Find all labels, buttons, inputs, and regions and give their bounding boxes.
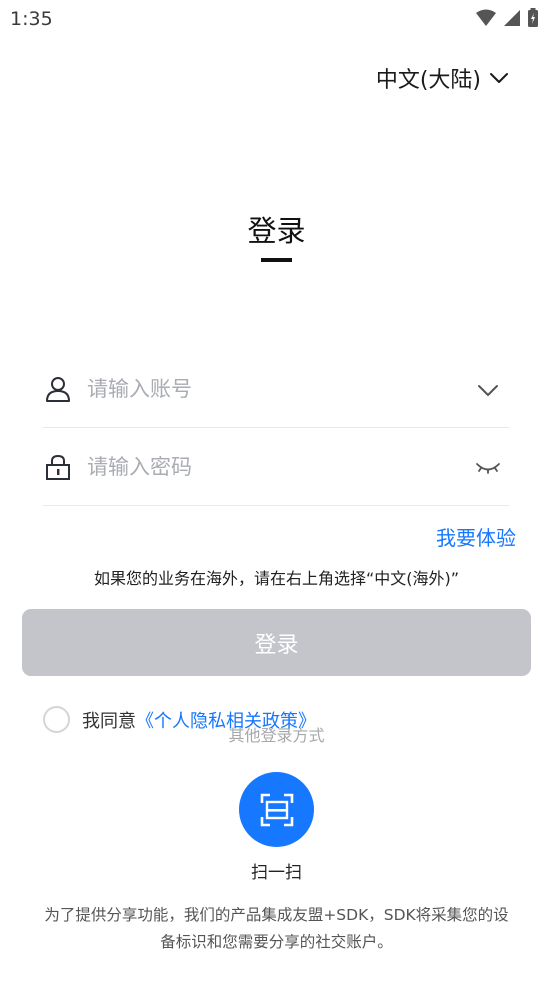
- sdk-notice: 为了提供分享功能，我们的产品集成友盟+SDK，SDK将采集您的设备标识和您需要分…: [44, 906, 509, 951]
- eye-closed-icon[interactable]: [475, 455, 501, 481]
- language-label: 中文(大陆): [375, 68, 481, 93]
- agreement-checkbox[interactable]: [43, 706, 70, 733]
- title-underline: [261, 258, 292, 262]
- user-icon: [46, 377, 70, 402]
- username-field: [43, 350, 509, 428]
- password-input[interactable]: [87, 448, 457, 486]
- username-input[interactable]: [87, 370, 457, 408]
- language-selector[interactable]: 中文(大陆): [376, 62, 509, 94]
- chevron-down-icon[interactable]: [475, 377, 501, 403]
- status-icons: [475, 8, 539, 28]
- login-button[interactable]: 登录: [22, 609, 531, 676]
- region-hint: 如果您的业务在海外，请在右上角选择“中文(海外)”: [93, 569, 460, 588]
- battery-icon: [528, 8, 538, 27]
- page-title: 登录: [247, 214, 306, 248]
- agreement-prefix: 我同意: [82, 710, 136, 732]
- scan-icon: [260, 793, 293, 826]
- chevron-down-icon: [490, 73, 508, 83]
- wifi-icon: [476, 9, 496, 26]
- signal-icon: [504, 10, 520, 26]
- agreement-row: 我同意 《个人隐私相关政策》: [43, 706, 316, 733]
- status-time: 1:35: [10, 8, 53, 30]
- lock-icon: [46, 454, 70, 480]
- password-field: [43, 428, 509, 506]
- scan-label: 扫一扫: [251, 863, 302, 883]
- scan-button[interactable]: [239, 772, 314, 847]
- privacy-policy-link[interactable]: 《个人隐私相关政策》: [136, 707, 316, 733]
- trial-link[interactable]: 我要体验: [436, 522, 516, 551]
- status-bar: 1:35: [0, 0, 553, 38]
